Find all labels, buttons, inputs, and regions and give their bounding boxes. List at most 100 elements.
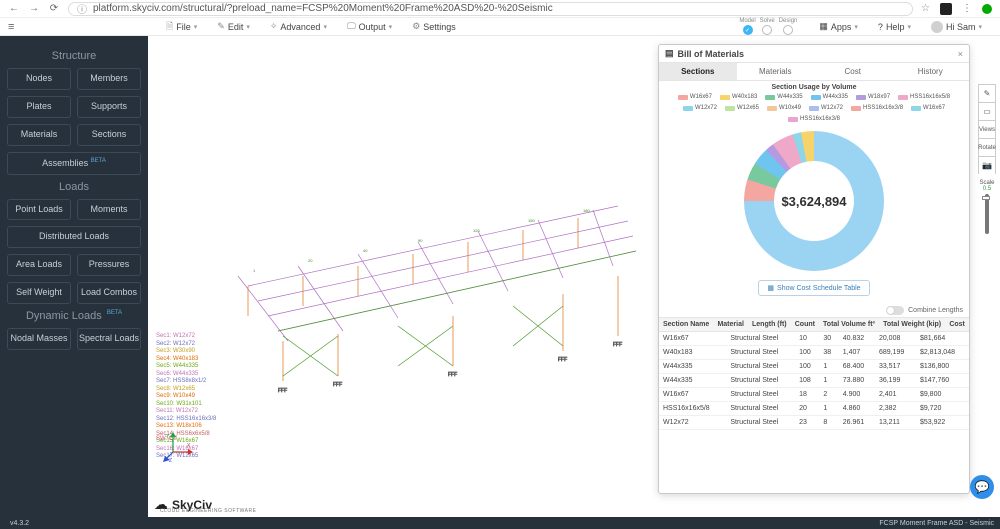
svg-text:FFF: FFF bbox=[278, 388, 287, 394]
tool-rotate[interactable]: Rotate bbox=[978, 138, 996, 156]
panel-tabs: Sections Materials Cost History bbox=[659, 63, 969, 81]
col-header[interactable]: Count bbox=[791, 318, 819, 332]
menu-edit[interactable]: ✎Edit▾ bbox=[209, 21, 258, 32]
site-info-icon[interactable]: ⓘ bbox=[77, 1, 87, 16]
tool-camera[interactable]: 📷 bbox=[978, 156, 996, 174]
donut-chart: $3,624,894 bbox=[659, 126, 969, 276]
btn-nodal-masses[interactable]: Nodal Masses bbox=[7, 328, 71, 350]
show-cost-table-button[interactable]: ▦Show Cost Schedule Table bbox=[758, 280, 869, 296]
table-scroll[interactable]: W16x67Structural Steel103040.83220,008$8… bbox=[659, 332, 969, 493]
kebab-icon[interactable]: ⋮ bbox=[962, 3, 972, 14]
close-icon[interactable]: × bbox=[958, 49, 963, 59]
help-icon: ? bbox=[878, 22, 883, 32]
btn-materials[interactable]: Materials bbox=[7, 124, 71, 146]
legend-item: Sec3: W30x90 bbox=[156, 348, 216, 356]
tab-history[interactable]: History bbox=[892, 63, 970, 80]
btn-distributed-loads[interactable]: Distributed Loads bbox=[7, 226, 141, 248]
svg-text:1: 1 bbox=[253, 268, 256, 273]
svg-text:FFF: FFF bbox=[448, 372, 457, 378]
legend-item: Sec1: W12x72 bbox=[156, 333, 216, 341]
scale-slider[interactable] bbox=[985, 194, 989, 234]
combine-toggle[interactable] bbox=[886, 306, 904, 315]
brand-logo: ☁ SkyCiv CLOUD ENGINEERING SOFTWARE bbox=[154, 496, 212, 513]
btn-supports[interactable]: Supports bbox=[77, 96, 141, 118]
mode-solve[interactable] bbox=[762, 25, 772, 35]
btn-nodes[interactable]: Nodes bbox=[7, 68, 71, 90]
chart-legend-item: W12x72 bbox=[683, 105, 717, 111]
chart-legend-item: W18x97 bbox=[856, 94, 890, 100]
chart-legend-item: HSS16x16x5/8 bbox=[898, 94, 950, 100]
gear-icon: ⚙ bbox=[412, 21, 420, 32]
axis-triad[interactable]: Y X Z bbox=[163, 432, 193, 462]
col-header[interactable]: Cost bbox=[945, 318, 969, 332]
table-row[interactable]: W44x335Structural Steel108173.88036,199$… bbox=[659, 374, 969, 388]
tool-note[interactable]: ▭ bbox=[978, 102, 996, 120]
forward-icon[interactable]: → bbox=[28, 3, 40, 14]
table-row[interactable]: W40x183Structural Steel100381,407689,199… bbox=[659, 346, 969, 360]
pencil-icon: ✎ bbox=[984, 89, 991, 98]
table-row[interactable]: W12x72Structural Steel23826.96113,211$53… bbox=[659, 416, 969, 430]
mode-model[interactable]: ✓ bbox=[743, 25, 753, 35]
btn-area-loads[interactable]: Area Loads bbox=[7, 254, 71, 276]
chart-legend-item: W40x183 bbox=[720, 94, 757, 100]
svg-text:90: 90 bbox=[418, 238, 423, 243]
btn-self-weight[interactable]: Self Weight bbox=[7, 282, 71, 304]
col-header[interactable]: Length (ft) bbox=[748, 318, 791, 332]
btn-sections[interactable]: Sections bbox=[77, 124, 141, 146]
table-icon: ▦ bbox=[767, 284, 774, 292]
btn-members[interactable]: Members bbox=[77, 68, 141, 90]
monitor-icon: 🖵 bbox=[347, 21, 356, 32]
menu-help[interactable]: ?Help▾ bbox=[870, 22, 919, 32]
btn-pressures[interactable]: Pressures bbox=[77, 254, 141, 276]
btn-load-combos[interactable]: Load Combos bbox=[77, 282, 141, 304]
btn-plates[interactable]: Plates bbox=[7, 96, 71, 118]
mode-design[interactable] bbox=[783, 25, 793, 35]
url-bar[interactable]: ⓘ platform.skyciv.com/structural/?preloa… bbox=[68, 2, 913, 16]
extension-icon[interactable] bbox=[940, 3, 952, 15]
menu-output[interactable]: 🖵Output▾ bbox=[339, 21, 400, 32]
legend-item: Sec11: W12x72 bbox=[156, 408, 216, 416]
col-header[interactable]: Section Name bbox=[659, 318, 713, 332]
truss-model[interactable]: FFF FFF FFF FFF FFF 12040 90120150 180 bbox=[158, 176, 638, 416]
btn-point-loads[interactable]: Point Loads bbox=[7, 199, 71, 221]
reload-icon[interactable]: ⟳ bbox=[48, 3, 60, 14]
menu-apps[interactable]: ▦Apps▾ bbox=[811, 21, 866, 32]
app-toolbar: ≡ 🗎File▾ ✎Edit▾ ✧Advanced▾ 🖵Output▾ ⚙Set… bbox=[0, 18, 1000, 36]
svg-text:180: 180 bbox=[583, 208, 590, 213]
btn-assemblies[interactable]: Assemblies BETA bbox=[7, 152, 141, 175]
chart-title: Section Usage by Volume bbox=[659, 81, 969, 94]
back-icon[interactable]: ← bbox=[8, 3, 20, 14]
menu-advanced[interactable]: ✧Advanced▾ bbox=[262, 21, 335, 32]
menu-file[interactable]: 🗎File▾ bbox=[158, 19, 205, 35]
svg-text:FFF: FFF bbox=[333, 382, 342, 388]
table-row[interactable]: W44x335Structural Steel100168.40033,517$… bbox=[659, 360, 969, 374]
browser-chrome: ← → ⟳ ⓘ platform.skyciv.com/structural/?… bbox=[0, 0, 1000, 18]
btn-spectral-loads[interactable]: Spectral Loads bbox=[77, 328, 141, 350]
avatar-icon bbox=[931, 21, 943, 33]
btn-moments[interactable]: Moments bbox=[77, 199, 141, 221]
profile-icon[interactable] bbox=[982, 4, 992, 14]
table-row[interactable]: W16x67Structural Steel103040.83220,008$8… bbox=[659, 332, 969, 346]
tab-cost[interactable]: Cost bbox=[814, 63, 892, 80]
col-header[interactable]: Total Volume ft³ bbox=[819, 318, 879, 332]
model-canvas[interactable]: FFF FFF FFF FFF FFF 12040 90120150 180 S… bbox=[148, 36, 1000, 517]
svg-text:X: X bbox=[187, 443, 191, 449]
chat-button[interactable]: 💬 bbox=[970, 475, 994, 499]
tab-materials[interactable]: Materials bbox=[737, 63, 815, 80]
table-row[interactable]: W16x67Structural Steel1824.9002,401$9,80… bbox=[659, 388, 969, 402]
tool-views[interactable]: Views bbox=[978, 120, 996, 138]
table-row[interactable]: HSS16x16x5/8Structural Steel2014.8602,38… bbox=[659, 402, 969, 416]
col-header[interactable]: Material bbox=[713, 318, 748, 332]
user-menu[interactable]: Hi Sam▾ bbox=[923, 21, 990, 33]
tab-sections[interactable]: Sections bbox=[659, 63, 737, 80]
legend-item: Sec6: W44x335 bbox=[156, 371, 216, 379]
tool-draw[interactable]: ✎ bbox=[978, 84, 996, 102]
menu-settings[interactable]: ⚙Settings bbox=[404, 21, 464, 32]
svg-text:150: 150 bbox=[528, 218, 535, 223]
panel-title: Bill of Materials bbox=[678, 49, 745, 59]
col-header[interactable]: Total Weight (kip) bbox=[879, 318, 945, 332]
legend-item: Sec2: W12x72 bbox=[156, 341, 216, 349]
bookmark-icon[interactable]: ☆ bbox=[921, 3, 930, 14]
svg-text:40: 40 bbox=[363, 248, 368, 253]
hamburger-icon[interactable]: ≡ bbox=[8, 21, 22, 33]
